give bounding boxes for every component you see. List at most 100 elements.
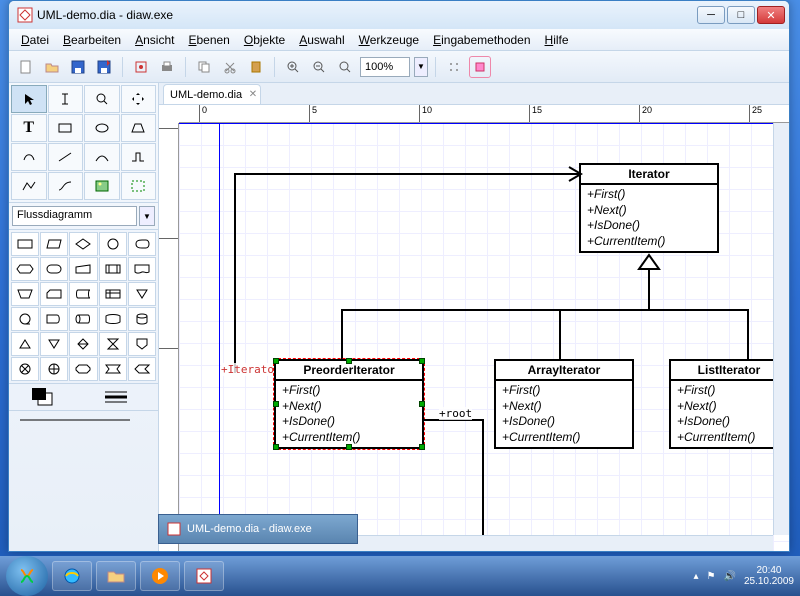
new-file-icon[interactable]: [15, 56, 37, 78]
save-icon[interactable]: [67, 56, 89, 78]
outline-tool[interactable]: [121, 172, 157, 200]
menu-eingabemethoden[interactable]: Eingabemethoden: [427, 31, 536, 49]
minimize-button[interactable]: ─: [697, 6, 725, 24]
snap-object-icon[interactable]: [469, 56, 491, 78]
shape-extract[interactable]: [11, 332, 39, 356]
shape-data[interactable]: [128, 357, 156, 381]
paste-icon[interactable]: [245, 56, 267, 78]
taskbar-clock[interactable]: 20:40 25.10.2009: [744, 565, 794, 587]
polyline-tool[interactable]: [11, 172, 47, 200]
cut-icon[interactable]: [219, 56, 241, 78]
shape-sequential[interactable]: [99, 307, 127, 331]
shape-offpage[interactable]: [128, 332, 156, 356]
taskbar-ie-icon[interactable]: [52, 561, 92, 591]
line-style-swatch[interactable]: [81, 384, 153, 410]
line-tool[interactable]: [48, 143, 84, 171]
shape-terminal[interactable]: [40, 257, 68, 281]
save-as-icon[interactable]: [93, 56, 115, 78]
magnify-tool[interactable]: [84, 85, 120, 113]
shape-decision[interactable]: [69, 232, 97, 256]
export-icon[interactable]: [130, 56, 152, 78]
shape-io[interactable]: [40, 232, 68, 256]
start-button[interactable]: [6, 556, 48, 596]
menu-objekte[interactable]: Objekte: [238, 31, 291, 49]
shape-connector[interactable]: [99, 232, 127, 256]
zigzag-tool[interactable]: [121, 143, 157, 171]
shape-palette: [9, 230, 158, 383]
bezier-tool[interactable]: [48, 172, 84, 200]
shape-merge[interactable]: [128, 282, 156, 306]
tray-flag-icon[interactable]: ⚑: [707, 571, 716, 582]
arrow-style-selector[interactable]: [9, 410, 158, 428]
pointer-tool[interactable]: [11, 85, 47, 113]
fg-bg-swatch[interactable]: [9, 384, 81, 410]
box-tool[interactable]: [48, 114, 84, 142]
shape-direct[interactable]: [69, 307, 97, 331]
tab-close-icon[interactable]: ✕: [249, 89, 257, 100]
shape-card[interactable]: [40, 282, 68, 306]
shape-stored-data[interactable]: [69, 282, 97, 306]
ellipse-tool[interactable]: [84, 114, 120, 142]
image-tool[interactable]: [84, 172, 120, 200]
shape-preparation[interactable]: [11, 257, 39, 281]
open-file-icon[interactable]: [41, 56, 63, 78]
tray-arrow-icon[interactable]: ▴: [693, 571, 698, 582]
uml-class-iterator[interactable]: Iterator +First() +Next() +IsDone() +Cur…: [579, 163, 719, 253]
uml-class-list[interactable]: ListIterator +First() +Next() +IsDone() …: [669, 359, 789, 449]
app-window: UML-demo.dia - diaw.exe ─ □ ✕ Datei Bear…: [8, 0, 790, 552]
print-icon[interactable]: [156, 56, 178, 78]
menu-datei[interactable]: Datei: [15, 31, 55, 49]
snap-grid-icon[interactable]: [443, 56, 465, 78]
maximize-button[interactable]: □: [727, 6, 755, 24]
sheet-selector[interactable]: Flussdiagramm: [12, 206, 137, 226]
shape-process[interactable]: [11, 232, 39, 256]
sheet-dropdown[interactable]: ▼: [139, 206, 155, 226]
zoom-dropdown[interactable]: ▼: [414, 57, 428, 77]
shape-or[interactable]: [40, 357, 68, 381]
menu-werkzeuge[interactable]: Werkzeuge: [353, 31, 425, 49]
zoom-out-icon[interactable]: [308, 56, 330, 78]
text-tool[interactable]: T: [11, 114, 47, 142]
beziergon-tool[interactable]: [11, 143, 47, 171]
shape-manual-input[interactable]: [69, 257, 97, 281]
vertical-scrollbar[interactable]: [773, 123, 789, 535]
menu-ebenen[interactable]: Ebenen: [182, 31, 235, 49]
menu-bearbeiten[interactable]: Bearbeiten: [57, 31, 127, 49]
shape-document[interactable]: [128, 257, 156, 281]
polygon-tool[interactable]: [121, 114, 157, 142]
copy-icon[interactable]: [193, 56, 215, 78]
menu-ansicht[interactable]: Ansicht: [129, 31, 180, 49]
shape-display[interactable]: [128, 232, 156, 256]
zoom-field[interactable]: 100%: [360, 57, 410, 77]
shape-tape[interactable]: [11, 307, 39, 331]
taskbar-dia-icon[interactable]: [184, 561, 224, 591]
taskbar-media-icon[interactable]: [140, 561, 180, 591]
close-button[interactable]: ✕: [757, 6, 785, 24]
shape-sum[interactable]: [11, 357, 39, 381]
drawing-canvas[interactable]: Iterator +First() +Next() +IsDone() +Cur…: [179, 123, 789, 551]
uml-class-preorder[interactable]: PreorderIterator +First() +Next() +IsDon…: [274, 359, 424, 449]
shape-loop[interactable]: [69, 357, 97, 381]
shape-collate[interactable]: [99, 332, 127, 356]
menu-hilfe[interactable]: Hilfe: [539, 31, 575, 49]
tray-volume-icon[interactable]: 🔊: [723, 571, 735, 582]
shape-merge2[interactable]: [40, 332, 68, 356]
shape-delay[interactable]: [40, 307, 68, 331]
taskbar-explorer-icon[interactable]: [96, 561, 136, 591]
taskbar-preview[interactable]: UML-demo.dia - diaw.exe: [158, 514, 358, 544]
shape-predefined[interactable]: [99, 257, 127, 281]
menu-auswahl[interactable]: Auswahl: [293, 31, 350, 49]
zoom-fit-icon[interactable]: [334, 56, 356, 78]
arc-tool[interactable]: [84, 143, 120, 171]
shape-loop2[interactable]: [99, 357, 127, 381]
uml-class-array[interactable]: ArrayIterator +First() +Next() +IsDone()…: [494, 359, 634, 449]
titlebar[interactable]: UML-demo.dia - diaw.exe ─ □ ✕: [9, 1, 789, 29]
shape-internal[interactable]: [99, 282, 127, 306]
document-tab[interactable]: UML-demo.dia ✕: [163, 84, 261, 104]
text-edit-tool[interactable]: [48, 85, 84, 113]
zoom-in-icon[interactable]: [282, 56, 304, 78]
scroll-tool[interactable]: [121, 85, 157, 113]
shape-database[interactable]: [128, 307, 156, 331]
shape-sort[interactable]: [69, 332, 97, 356]
shape-manual-op[interactable]: [11, 282, 39, 306]
